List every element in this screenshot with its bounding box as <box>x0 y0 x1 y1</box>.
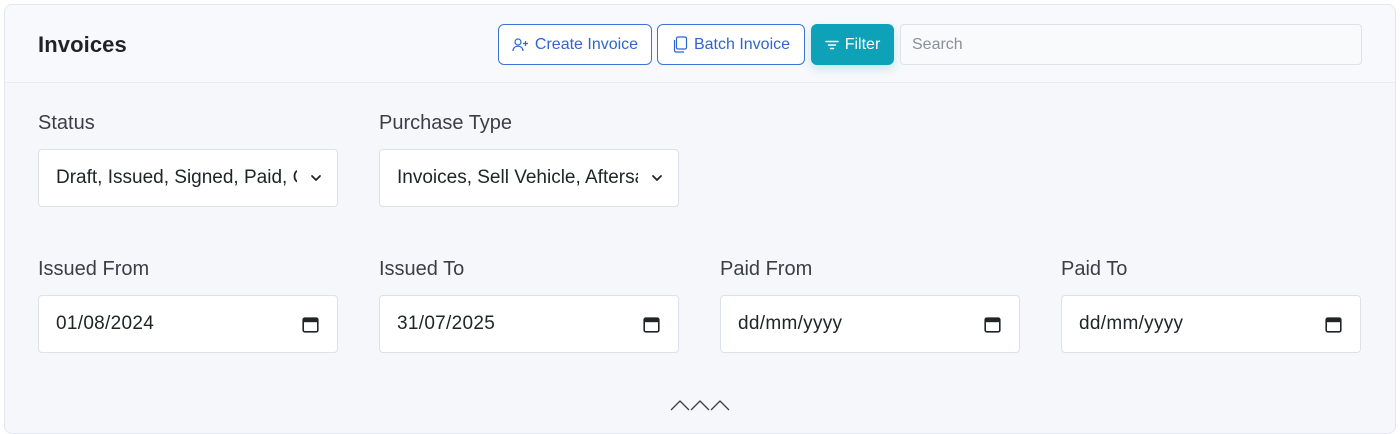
paid-to-value: dd/mm/yyyy <box>1079 313 1184 334</box>
issued-to-date-input[interactable]: 31/07/2025 <box>379 295 679 353</box>
calendar-icon[interactable] <box>1325 316 1342 333</box>
invoices-card: Invoices Create Invoice Batch Invoice Fi… <box>4 4 1396 434</box>
issued-from-value: 01/08/2024 <box>56 313 155 334</box>
issued-from-label: Issued From <box>38 258 150 280</box>
calendar-icon[interactable] <box>984 316 1001 333</box>
chevron-up-triple-icon <box>670 400 730 411</box>
calendar-icon[interactable] <box>643 316 660 333</box>
paid-to-label: Paid To <box>1061 258 1128 280</box>
card-header: Invoices Create Invoice Batch Invoice Fi… <box>5 5 1395 83</box>
paid-from-value: dd/mm/yyyy <box>738 313 843 334</box>
status-select-value: Draft, Issued, Signed, Paid, Cancelled <box>56 167 297 188</box>
paid-from-label: Paid From <box>720 258 813 280</box>
batch-invoice-label: Batch Invoice <box>693 35 791 53</box>
chevron-down-icon <box>652 175 662 181</box>
status-label: Status <box>38 112 95 134</box>
purchase-type-select[interactable]: Invoices, Sell Vehicle, Aftersales <box>379 149 679 207</box>
collapse-filters-button[interactable] <box>668 395 734 415</box>
purchase-type-select-value: Invoices, Sell Vehicle, Aftersales <box>397 167 638 188</box>
paid-to-date-input[interactable]: dd/mm/yyyy <box>1061 295 1361 353</box>
paid-from-date-input[interactable]: dd/mm/yyyy <box>720 295 1020 353</box>
batch-invoice-button[interactable]: Batch Invoice <box>657 24 805 65</box>
issued-to-value: 31/07/2025 <box>397 313 496 334</box>
copy-icon <box>672 36 688 53</box>
create-invoice-button[interactable]: Create Invoice <box>498 24 652 65</box>
chevron-down-icon <box>311 175 321 181</box>
page-title: Invoices <box>38 32 127 57</box>
issued-from-date-input[interactable]: 01/08/2024 <box>38 295 338 353</box>
filter-lines-icon <box>824 39 839 51</box>
search-input[interactable] <box>900 24 1362 65</box>
status-select[interactable]: Draft, Issued, Signed, Paid, Cancelled <box>38 149 338 207</box>
purchase-type-label: Purchase Type <box>379 112 513 134</box>
calendar-icon[interactable] <box>302 316 319 333</box>
create-invoice-label: Create Invoice <box>534 35 639 53</box>
user-plus-icon <box>512 37 529 53</box>
issued-to-label: Issued To <box>379 258 465 280</box>
filter-label: Filter <box>844 35 881 53</box>
filter-button[interactable]: Filter <box>811 24 894 65</box>
